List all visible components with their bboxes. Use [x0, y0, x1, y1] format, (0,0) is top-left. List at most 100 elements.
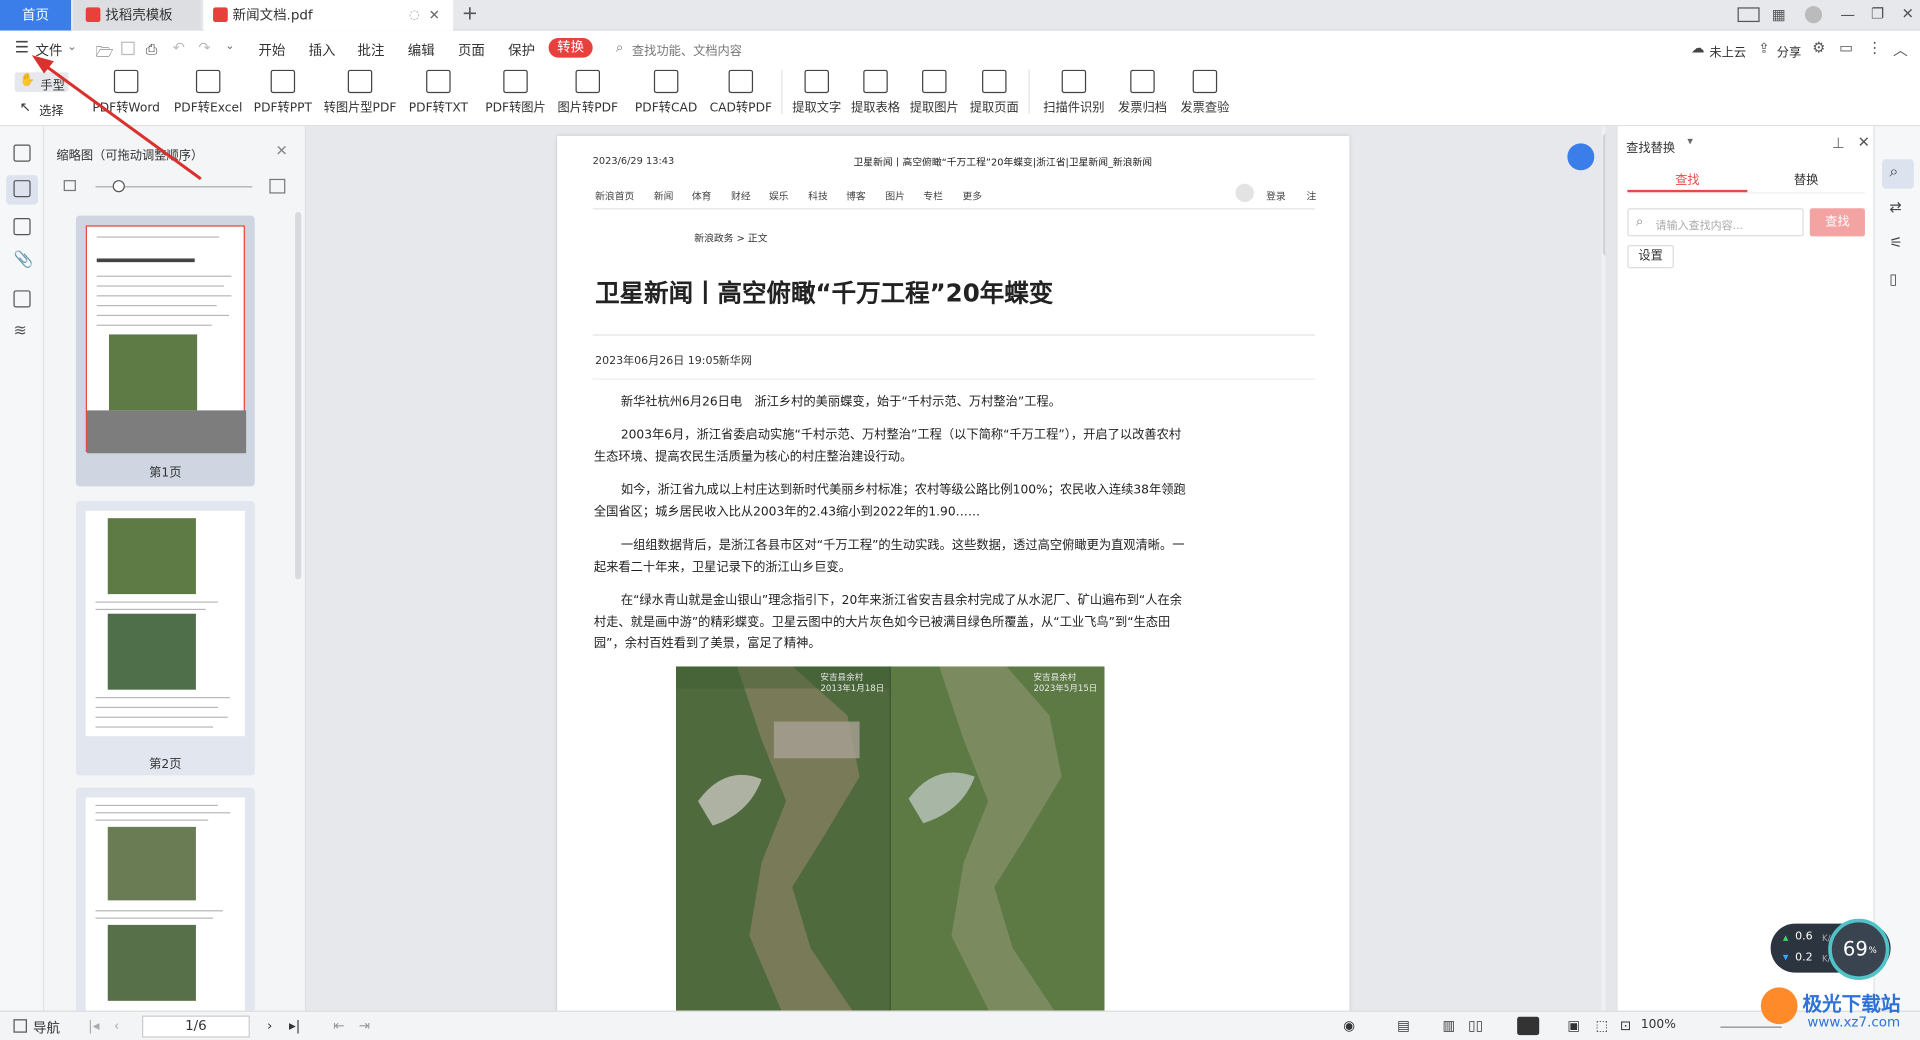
function-search[interactable]: 查找功能、文档内容	[632, 40, 742, 58]
first-page-icon[interactable]: |◂	[88, 1018, 99, 1034]
thumbnail-page-2[interactable]: 第2页	[75, 501, 255, 776]
pin-tab-icon[interactable]: ◌	[409, 0, 420, 31]
nav-finance[interactable]: 财经	[731, 190, 751, 203]
settings-gear-icon[interactable]: ⚙	[1812, 39, 1825, 56]
next-page-icon[interactable]: ›	[267, 1018, 272, 1034]
play-slideshow-icon[interactable]	[1517, 1016, 1540, 1036]
article-date: 2023年06月26日 19:05	[595, 355, 720, 368]
cloud-status[interactable]: 未上云	[1709, 42, 1746, 60]
cad-icon	[653, 69, 679, 94]
minimize-icon[interactable]: —	[1840, 6, 1855, 23]
grid-apps-icon[interactable]: ▦	[1772, 6, 1786, 23]
register-link[interactable]: 注	[1307, 190, 1317, 203]
tab-find[interactable]: 查找	[1675, 169, 1699, 187]
thumbnail-page-1[interactable]: 第1页	[75, 215, 255, 487]
nav-blog[interactable]: 博客	[846, 190, 866, 203]
eye-protect-icon[interactable]: ◉	[1343, 1018, 1355, 1034]
thumbnail-page-3[interactable]	[75, 787, 255, 1021]
comment-panel-icon[interactable]	[13, 218, 31, 236]
crop-icon[interactable]: ⊡	[1620, 1018, 1631, 1034]
zoom-level[interactable]: 100%	[1641, 1018, 1676, 1031]
two-page-icon[interactable]: ▯▯	[1468, 1018, 1483, 1034]
attachment-icon[interactable]: 📎	[13, 251, 33, 269]
close-find-panel-icon[interactable]: ✕	[1858, 134, 1870, 151]
memory-usage-gauge[interactable]: 69 %	[1828, 918, 1890, 980]
nav-photo[interactable]: 图片	[885, 190, 905, 203]
prev-page-icon[interactable]: ‹	[114, 1018, 119, 1034]
panel-dropdown-icon[interactable]: ▾	[1687, 136, 1693, 148]
more-icon[interactable]: ⋮	[1867, 39, 1882, 56]
thumbnail-panel: 缩略图（可拖动调整顺序） ✕ 第1页 第2页	[44, 126, 307, 1021]
extract-page-button[interactable]: 提取页面	[967, 69, 1021, 115]
back-icon[interactable]: ⇤	[333, 1018, 344, 1034]
scan-ocr-button[interactable]: 扫描件识别	[1040, 69, 1109, 115]
menu-protect[interactable]: 保护	[508, 40, 535, 60]
invoice-verify-button[interactable]: 发票查验	[1178, 69, 1232, 115]
find-input[interactable]: ⌕ 请输入查找内容...	[1627, 208, 1804, 237]
menu-edit[interactable]: 编辑	[408, 40, 435, 60]
extract-image-button[interactable]: 提取图片	[907, 69, 961, 115]
cad-to-pdf-button[interactable]: CAD转PDF	[709, 69, 773, 115]
extract-text-button[interactable]: 提取文字	[790, 69, 844, 115]
tab-replace[interactable]: 替换	[1794, 169, 1818, 187]
print-datetime: 2023/6/29 13:43	[592, 155, 675, 167]
share-button[interactable]: 分享	[1777, 42, 1801, 60]
user-avatar-icon	[1235, 183, 1254, 203]
nav-pane-icon[interactable]	[13, 1019, 27, 1033]
document-scrollbar-track[interactable]	[1601, 126, 1606, 1011]
close-window-icon[interactable]: ✕	[1902, 5, 1914, 22]
find-button[interactable]: 查找	[1809, 208, 1865, 237]
fit-width-icon[interactable]: ⬚	[1596, 1018, 1609, 1034]
menu-insert[interactable]: 插入	[309, 40, 336, 60]
extract-table-button[interactable]: 提取表格	[849, 69, 903, 115]
pin-panel-icon[interactable]: ⊥	[1832, 135, 1845, 152]
login-link[interactable]: 登录	[1266, 190, 1286, 203]
navigation-label[interactable]: 导航	[33, 1018, 60, 1038]
forward-icon[interactable]: ⇥	[359, 1018, 370, 1034]
nav-ent[interactable]: 娱乐	[769, 190, 789, 203]
thumbnail-scrollbar[interactable]	[295, 211, 302, 580]
large-thumb-icon[interactable]	[269, 178, 286, 194]
nav-tech[interactable]: 科技	[808, 190, 828, 203]
find-settings-button[interactable]: 设置	[1627, 245, 1674, 269]
document-scrollbar-thumb[interactable]	[1602, 133, 1606, 257]
red-arrow-annotation	[31, 55, 202, 181]
pdf-to-cad-button[interactable]: PDF转CAD	[634, 69, 698, 115]
nav-more[interactable]: 更多	[962, 190, 982, 203]
fit-page-icon[interactable]: ▣	[1567, 1018, 1580, 1034]
new-tab-icon[interactable]: +	[462, 1, 478, 24]
pdf-to-ppt-button[interactable]: PDF转PPT	[251, 69, 315, 115]
comment-icon[interactable]: ▭	[1839, 39, 1853, 56]
invoice-archive-button[interactable]: 发票归档	[1116, 69, 1170, 115]
layers-icon[interactable]: ≋	[13, 322, 26, 340]
last-page-icon[interactable]: ▸|	[289, 1018, 300, 1034]
layout-icon[interactable]	[1737, 7, 1760, 23]
menu-page[interactable]: 页面	[458, 40, 485, 60]
nav-sports[interactable]: 体育	[692, 190, 712, 203]
menu-start[interactable]: 开始	[258, 40, 285, 60]
image-right-caption: 安吉县余村 2023年5月15日	[1033, 672, 1098, 694]
translate-icon[interactable]: ⇄	[1889, 198, 1901, 215]
collapse-ribbon-icon[interactable]: ︿	[1893, 39, 1908, 60]
nav-news[interactable]: 新闻	[654, 190, 674, 203]
pdf-to-image-button[interactable]: PDF转图片	[484, 69, 548, 115]
pdf-to-txt-button[interactable]: PDF转TXT	[408, 69, 469, 115]
continuous-page-icon[interactable]: ▥	[1442, 1018, 1455, 1034]
read-mode-icon[interactable]: ▯	[1889, 271, 1897, 288]
signature-icon[interactable]	[13, 290, 31, 308]
avatar[interactable]	[1804, 6, 1823, 24]
image-pdf-button[interactable]: 转图片型PDF	[322, 69, 398, 115]
ai-assistant-button[interactable]	[1567, 143, 1595, 171]
nav-sina-home[interactable]: 新浪首页	[595, 190, 634, 203]
download-arrow-icon: ▾	[1782, 951, 1789, 965]
menu-annotate[interactable]: 批注	[358, 40, 385, 60]
image-to-pdf-button[interactable]: 图片转PDF	[556, 69, 620, 115]
single-page-icon[interactable]: ▤	[1397, 1018, 1410, 1034]
menu-convert[interactable]: 转换	[548, 37, 593, 58]
close-tab-icon[interactable]: ✕	[429, 0, 440, 31]
restore-icon[interactable]: ❐	[1871, 5, 1884, 22]
page-number-input[interactable]: 1/6	[142, 1015, 250, 1038]
nav-column[interactable]: 专栏	[923, 190, 943, 203]
adjust-icon[interactable]: ⚟	[1889, 234, 1902, 251]
close-panel-icon[interactable]: ✕	[276, 142, 288, 159]
